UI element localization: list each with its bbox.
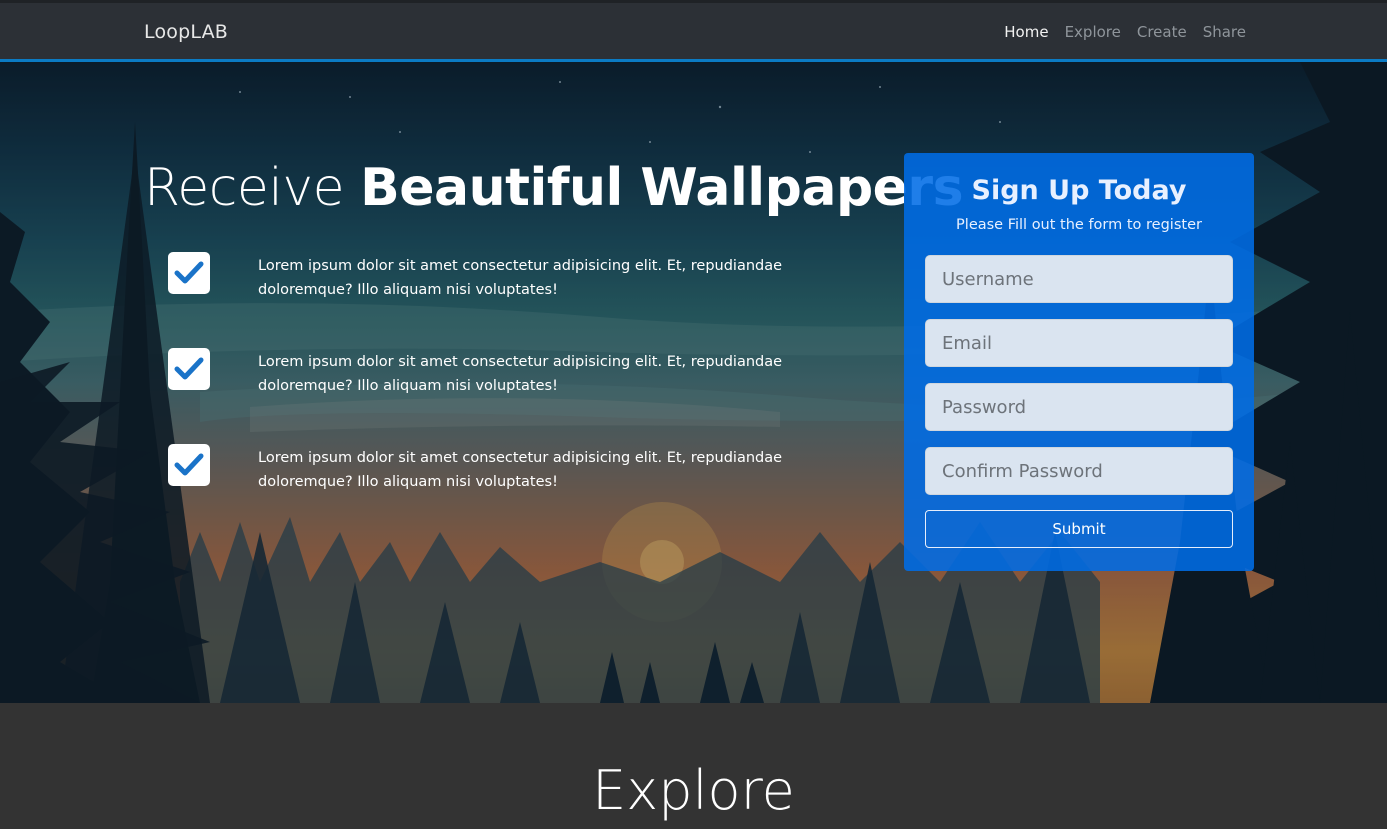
password-input[interactable] (925, 383, 1233, 431)
signup-title: Sign Up Today (971, 175, 1187, 206)
check-icon (168, 348, 210, 390)
hero-headline: Receive Beautiful Wallpapers (144, 158, 964, 218)
check-icon (168, 444, 210, 486)
explore-section: Explore (0, 703, 1387, 829)
brand-logo[interactable]: LoopLAB (144, 21, 228, 43)
feature-text: Lorem ipsum dolor sit amet consectetur a… (258, 258, 783, 298)
nav-link-home[interactable]: Home (1004, 23, 1048, 41)
nav-link-create[interactable]: Create (1137, 23, 1187, 41)
nav-links: Home Explore Create Share (1004, 23, 1246, 41)
feature-item: Lorem ipsum dolor sit amet consectetur a… (168, 252, 808, 302)
hero-section: Receive Beautiful Wallpapers Lorem ipsum… (0, 62, 1387, 703)
explore-title: Explore (592, 759, 795, 822)
feature-item: Lorem ipsum dolor sit amet consectetur a… (168, 444, 808, 494)
signup-card: Sign Up Today Please Fill out the form t… (904, 153, 1254, 571)
feature-item: Lorem ipsum dolor sit amet consectetur a… (168, 348, 808, 398)
headline-light: Receive (144, 158, 361, 218)
username-input[interactable] (925, 255, 1233, 303)
nav-link-explore[interactable]: Explore (1065, 23, 1121, 41)
feature-text: Lorem ipsum dolor sit amet consectetur a… (258, 354, 783, 394)
headline-bold: Beautiful Wallpapers (360, 158, 964, 218)
confirm-password-input[interactable] (925, 447, 1233, 495)
nav-link-share[interactable]: Share (1203, 23, 1246, 41)
email-input[interactable] (925, 319, 1233, 367)
submit-button[interactable]: Submit (925, 510, 1233, 548)
signup-subtitle: Please Fill out the form to register (956, 217, 1202, 233)
feature-text: Lorem ipsum dolor sit amet consectetur a… (258, 450, 783, 490)
navbar: LoopLAB Home Explore Create Share (0, 0, 1387, 62)
check-icon (168, 252, 210, 294)
